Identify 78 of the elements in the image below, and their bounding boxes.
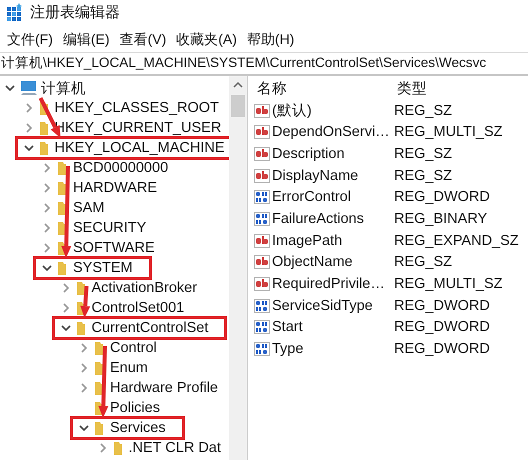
value-name[interactable]: Start [272,319,303,336]
binary-value-icon [254,341,270,358]
value-type: REG_SZ [394,146,454,162]
value-type: REG_SZ [394,168,454,184]
folder-icon [38,120,48,136]
folder-icon [57,160,67,176]
string-value-icon [254,232,270,249]
tree-item[interactable]: SAM [73,200,104,216]
binary-value-icon [254,319,270,336]
binary-value-icon [254,210,270,227]
tree-item[interactable]: Control [110,340,157,356]
tree-item[interactable]: SECURITY [73,220,146,236]
value-type: REG_DWORD [394,341,491,358]
tree-item[interactable]: ActivationBroker [92,280,198,296]
folder-icon [57,260,67,276]
tree-item[interactable]: SOFTWARE [73,240,155,256]
scrollbar[interactable] [229,76,247,460]
folder-icon [76,320,86,336]
tree-item[interactable]: 计算机 [41,78,86,98]
folder-icon [94,340,104,356]
value-type: REG_DWORD [394,189,491,206]
value-name[interactable]: (默认) [272,101,312,120]
value-name[interactable]: ImagePath [272,232,342,249]
tree-item[interactable]: Enum [110,360,148,376]
tree-item[interactable]: .NET CLR Dat [128,440,221,456]
value-type: REG_DWORD [394,319,491,336]
string-value-icon [254,276,270,292]
value-name[interactable]: DisplayName [272,168,358,184]
address-field[interactable]: 计算机\HKEY_LOCAL_MACHINE\SYSTEM\CurrentControlSet\Services\Wecsvc [0,53,528,73]
string-value-icon [254,102,270,119]
tree-item[interactable]: Services [110,420,166,436]
value-type: REG_EXPAND_SZ [394,232,520,249]
string-value-icon [254,146,270,162]
value-type: REG_SZ [394,102,454,119]
value-name[interactable]: Description [272,146,345,162]
folder-icon [94,360,104,376]
menu-item[interactable]: 文件(F) [2,31,58,49]
folder-icon [38,140,48,156]
menu-item[interactable]: 编辑(E) [58,31,115,49]
column-header[interactable]: 类型 [394,79,528,98]
value-name[interactable]: FailureActions [272,210,364,227]
tree-item[interactable]: HKEY_CLASSES_ROOT [54,100,219,116]
value-name[interactable]: ServiceSidType [272,298,373,314]
tree-item[interactable]: Hardware Profile [110,380,218,396]
value-type: REG_SZ [394,254,454,270]
value-type: REG_BINARY [394,210,488,227]
value-name[interactable]: DependOnServi… [272,124,390,140]
folder-icon [112,440,122,456]
string-value-icon [254,254,270,270]
tree-item[interactable]: ControlSet001 [92,300,184,316]
registry-editor-icon [6,3,24,21]
value-name[interactable]: ObjectName [272,254,353,270]
scrollbar-thumb[interactable] [231,95,245,117]
folder-icon [94,420,104,436]
tree-item[interactable]: BCD00000000 [73,160,168,176]
value-name[interactable]: Type [272,341,304,358]
window-title: 注册表编辑器 [30,2,120,22]
value-type: REG_MULTI_SZ [394,124,504,140]
value-type: REG_MULTI_SZ [394,276,504,292]
tree-item[interactable]: SYSTEM [73,260,133,276]
binary-value-icon [254,298,270,314]
tree-item[interactable]: Policies [110,400,160,416]
folder-icon [76,280,86,296]
value-type: REG_DWORD [394,298,491,314]
computer-icon [20,80,38,96]
string-value-icon [254,124,270,140]
tree-item[interactable]: HARDWARE [73,180,158,196]
menu-item[interactable]: 收藏夹(A) [171,31,242,49]
binary-value-icon [254,189,270,206]
column-header[interactable]: 名称 [254,79,394,98]
value-name[interactable]: RequiredPrivile… [272,276,385,292]
tree-item[interactable]: CurrentControlSet [92,320,208,336]
menu-item[interactable]: 查看(V) [114,31,172,49]
menu-item[interactable]: 帮助(H) [242,31,300,49]
folder-icon [57,180,67,196]
value-name[interactable]: ErrorControl [272,189,351,206]
tree-item[interactable]: HKEY_LOCAL_MACHINE [54,140,225,156]
string-value-icon [254,168,270,184]
